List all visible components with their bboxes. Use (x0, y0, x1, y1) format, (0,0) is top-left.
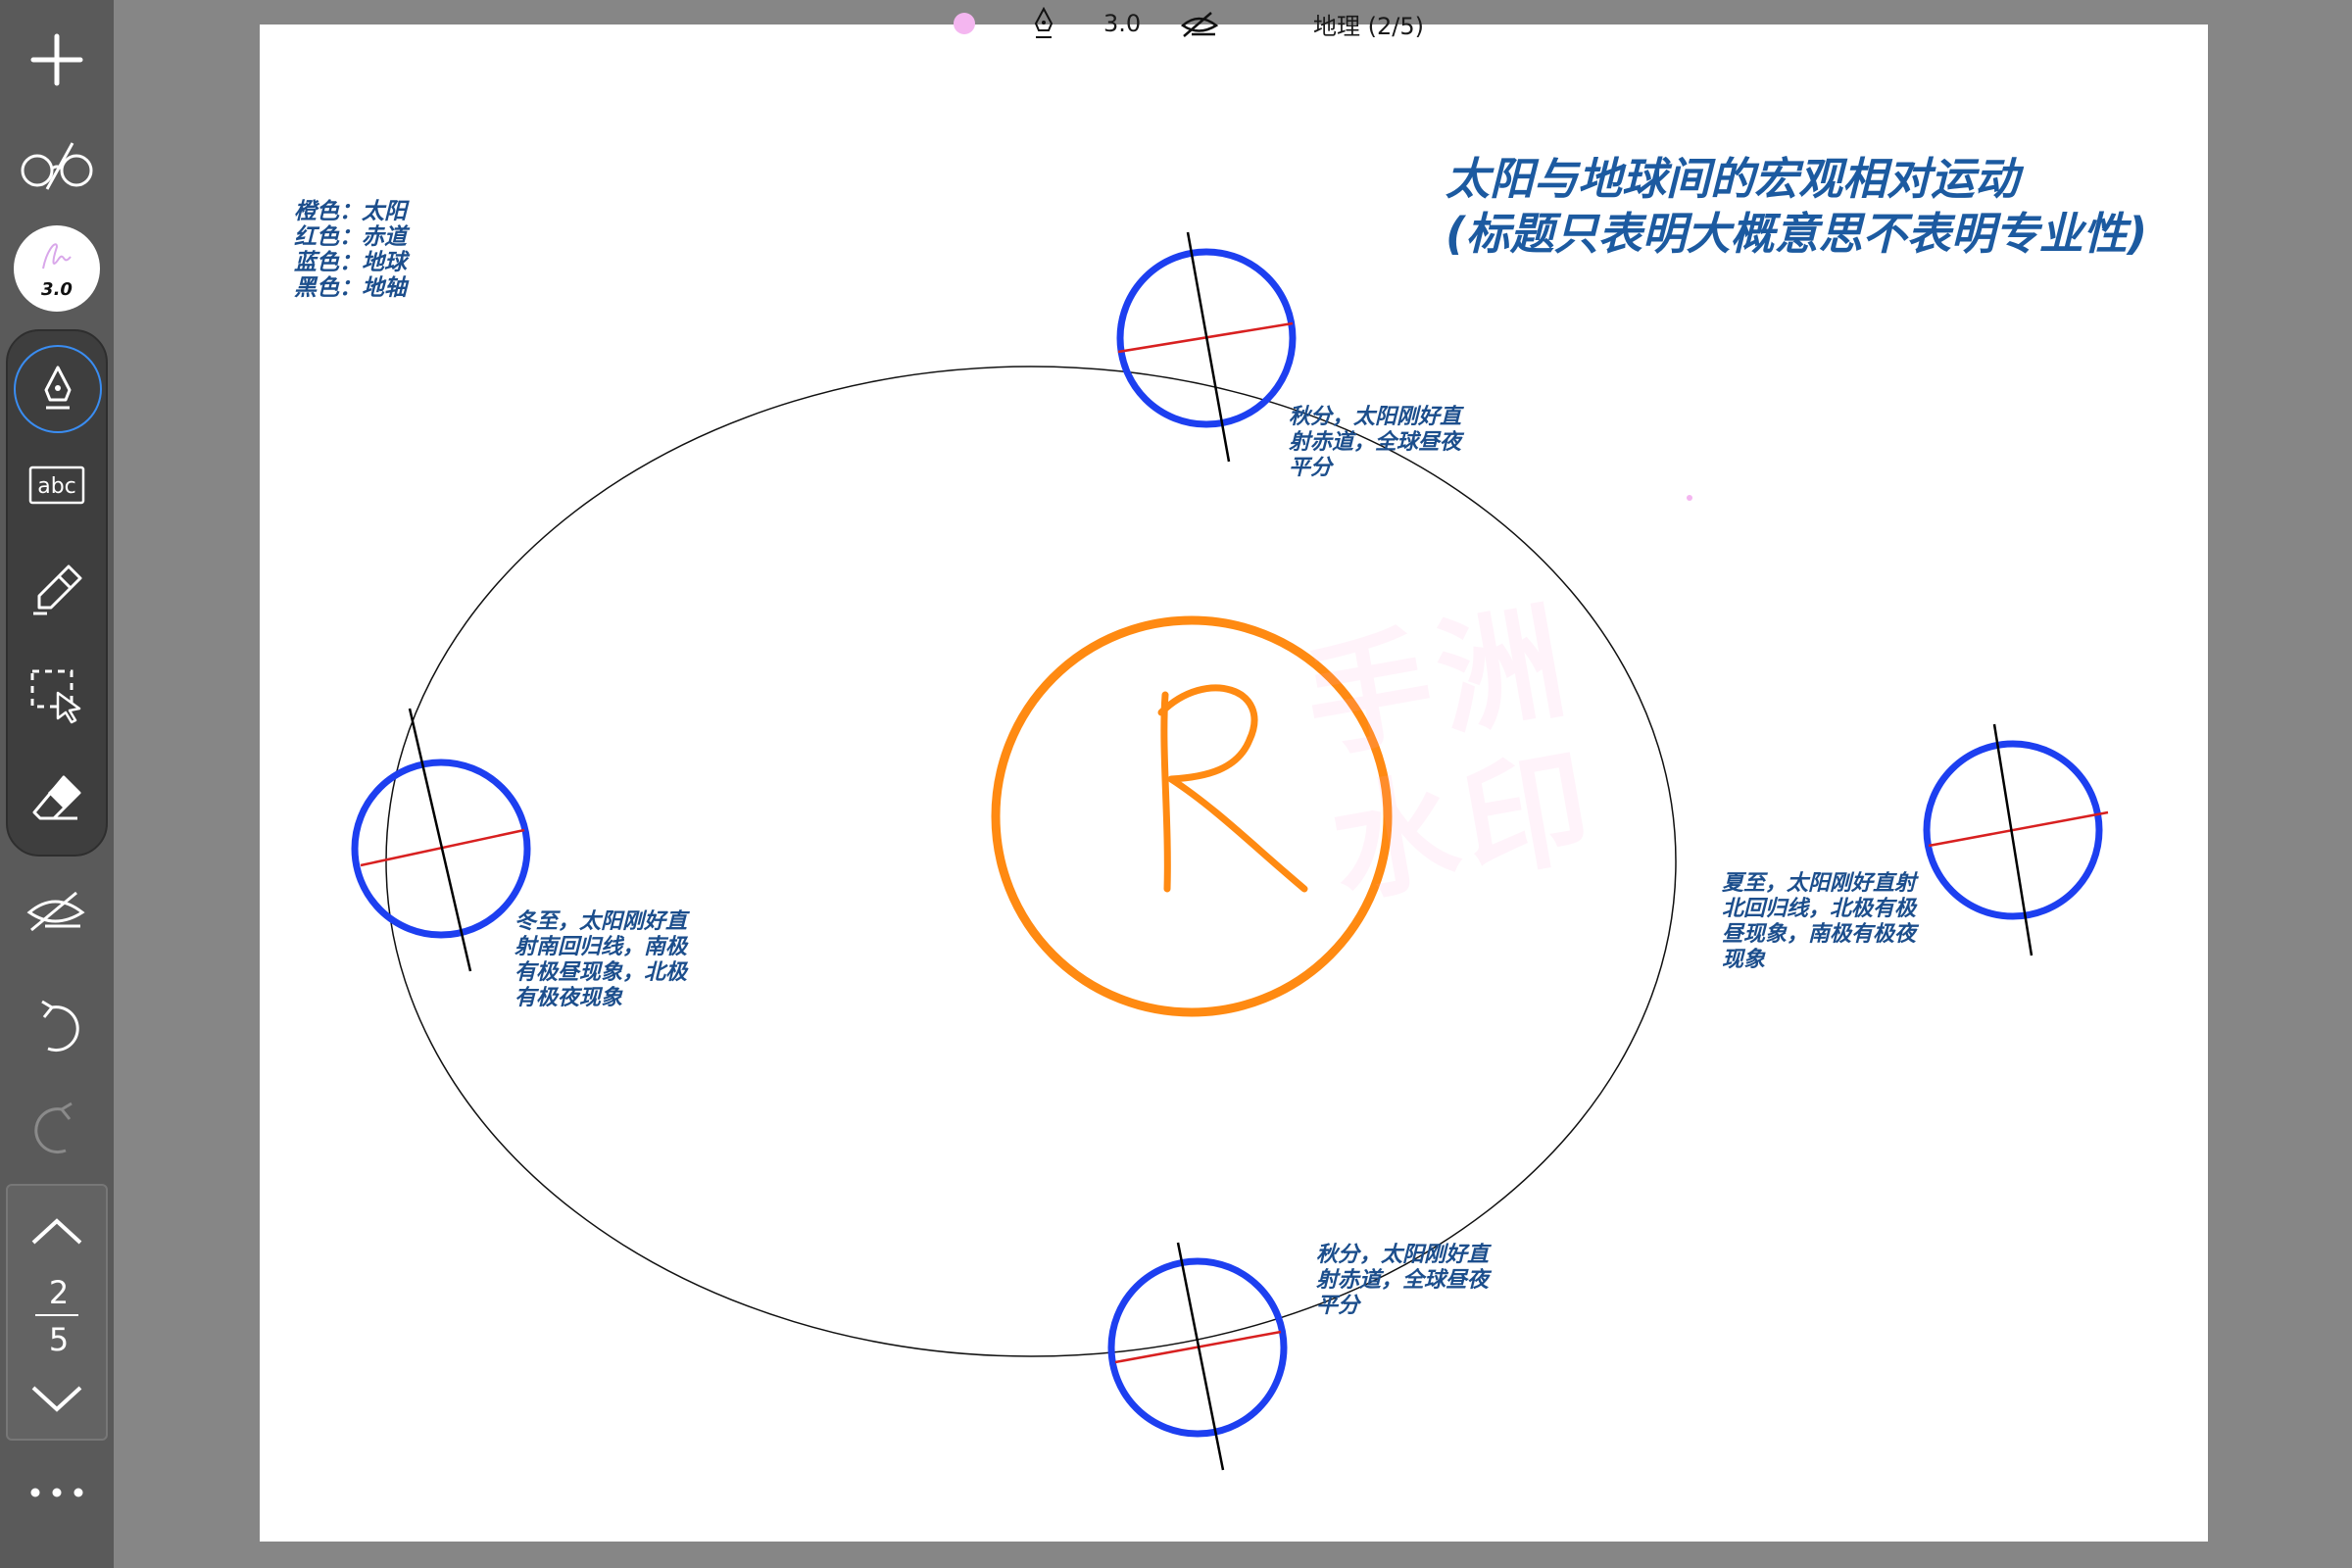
note-summer-right: 夏至，太阳刚好直射 北回归线，北极有极 昼现象，南极有极夜 现象 (1722, 871, 1917, 972)
text-box-icon: abc (28, 466, 85, 505)
previous-page-button[interactable] (8, 1201, 106, 1260)
next-page-button[interactable] (8, 1370, 106, 1429)
eraser-tool-button[interactable] (8, 762, 106, 837)
text-tool-button[interactable]: abc (8, 451, 106, 519)
svg-text:abc: abc (37, 474, 76, 499)
highlighter-tool-button[interactable] (8, 553, 106, 627)
diagram-title: 太阳与地球间的宏观相对运动 (标题只表明大概意思不表明专业性) (1446, 153, 2148, 260)
redo-icon (34, 1102, 73, 1154)
legend-item: 蓝色：地球 (294, 250, 407, 275)
chevron-down-icon (31, 1386, 82, 1412)
sun-letter-text: R (1236, 808, 1237, 809)
stray-ink-dot (1687, 495, 1692, 501)
axis-summer-right (1992, 723, 2034, 956)
redo-button[interactable] (0, 1090, 114, 1168)
read-mode-button[interactable] (0, 125, 114, 204)
eraser-icon (32, 775, 81, 820)
pen-icon (44, 366, 72, 410)
pen-color-dot-icon (954, 13, 975, 34)
note-winter-left: 冬至，太阳刚好直 射南回归线，南极 有极昼现象，北极 有极夜现象 (514, 909, 688, 1010)
drawing-tools-group: abc (6, 329, 108, 857)
color-legend: 橙色：太阳 红色：赤道 蓝色：地球 黑色：地轴 (294, 199, 407, 301)
legend-item: 橙色：太阳 (294, 199, 407, 224)
hide-ink-icon (1180, 12, 1219, 37)
undo-icon (41, 1000, 79, 1053)
page-navigator: 2 5 (6, 1184, 108, 1441)
hide-ink-status[interactable] (1180, 0, 1219, 47)
lasso-select-icon (30, 669, 81, 724)
lasso-tool-button[interactable] (8, 659, 106, 733)
sun-letter-drawing: R (1157, 684, 1308, 893)
page-fraction-divider (35, 1314, 78, 1316)
more-options-button[interactable] (0, 1468, 114, 1517)
glasses-icon (21, 142, 93, 190)
pen-color-indicator[interactable] (953, 0, 976, 47)
equator-summer-right (1928, 810, 2109, 848)
note-autumn-top: 秋分，太阳刚好直 射赤道，全球昼夜 平分 (1289, 405, 1462, 480)
more-icon (30, 1488, 83, 1497)
plus-icon (30, 33, 83, 86)
pen-icon (1034, 7, 1054, 38)
current-tool-indicator[interactable] (1031, 0, 1056, 47)
pen-width-button[interactable]: 3.0 (14, 225, 100, 312)
pen-width-status: 3.0 (1103, 10, 1142, 37)
hide-ink-button[interactable] (0, 872, 114, 949)
legend-item: 黑色：地轴 (294, 275, 407, 301)
document-title: 地理 (2/5) (1313, 12, 1424, 40)
hide-ink-icon (26, 891, 85, 932)
pen-tool-button[interactable] (14, 345, 102, 433)
undo-button[interactable] (0, 988, 114, 1066)
note-autumn-bottom: 秋分，太阳刚好直 射赤道，全球昼夜 平分 (1316, 1243, 1490, 1318)
total-pages-number: 5 (48, 1321, 70, 1358)
pen-width-label: 3.0 (41, 279, 73, 300)
current-page-number: 2 (48, 1274, 70, 1311)
highlighter-icon (33, 564, 82, 615)
legend-item: 红色：赤道 (294, 224, 407, 250)
watermark-text: 手洲 水印 (1295, 587, 1609, 923)
note-canvas[interactable]: 手洲 水印 R 橙色：太阳 红色：赤道 蓝色：地球 黑色：地轴 太阳与地球间的宏… (260, 24, 2208, 1542)
add-page-button[interactable] (0, 22, 114, 98)
chevron-up-icon (31, 1218, 82, 1245)
left-toolbar: 3.0 abc 2 5 (0, 0, 114, 1568)
